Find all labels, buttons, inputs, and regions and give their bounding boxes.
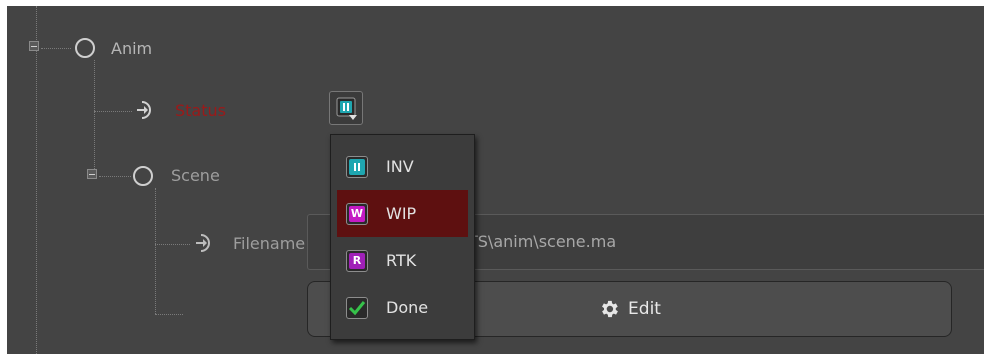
anim-label: Anim [111, 39, 153, 58]
menu-item-label: Done [386, 298, 429, 317]
rtk-status-icon: R [346, 249, 368, 272]
enter-arrow-icon [196, 234, 210, 252]
property-tree-panel: Anim Status Scene Filename TS\anim\scene… [7, 6, 984, 354]
menu-item-inv[interactable]: INV [331, 143, 474, 190]
tree-line [155, 188, 156, 314]
gear-icon [602, 300, 618, 318]
status-dropdown-button[interactable] [329, 91, 363, 125]
filename-label: Filename [233, 234, 306, 253]
tree-line [155, 244, 190, 245]
menu-item-label: INV [386, 157, 414, 176]
anim-collapse-toggle[interactable] [29, 41, 39, 51]
circle-icon [133, 166, 153, 186]
done-check-icon [346, 296, 368, 319]
menu-item-label: RTK [386, 251, 417, 270]
menu-item-done[interactable]: Done [331, 284, 474, 331]
wip-status-icon: W [346, 202, 368, 225]
status-dropdown-menu: INV W WIP R RTK Done [330, 134, 475, 340]
tree-line [99, 176, 131, 177]
tree-line [94, 111, 132, 112]
inv-status-icon [336, 97, 357, 120]
enter-arrow-icon [137, 101, 151, 119]
tree-line [155, 314, 183, 315]
inv-status-icon [346, 155, 368, 178]
tree-line [41, 48, 71, 49]
scene-label: Scene [171, 166, 220, 185]
tree-line [94, 60, 95, 177]
menu-item-rtk[interactable]: R RTK [331, 237, 474, 284]
status-label: Status [175, 101, 226, 120]
menu-item-label: WIP [386, 204, 417, 223]
menu-item-wip[interactable]: W WIP [337, 190, 468, 237]
circle-icon [75, 38, 95, 58]
tree-line [36, 6, 37, 354]
scene-collapse-toggle[interactable] [87, 169, 97, 179]
edit-button-label: Edit [628, 299, 661, 319]
